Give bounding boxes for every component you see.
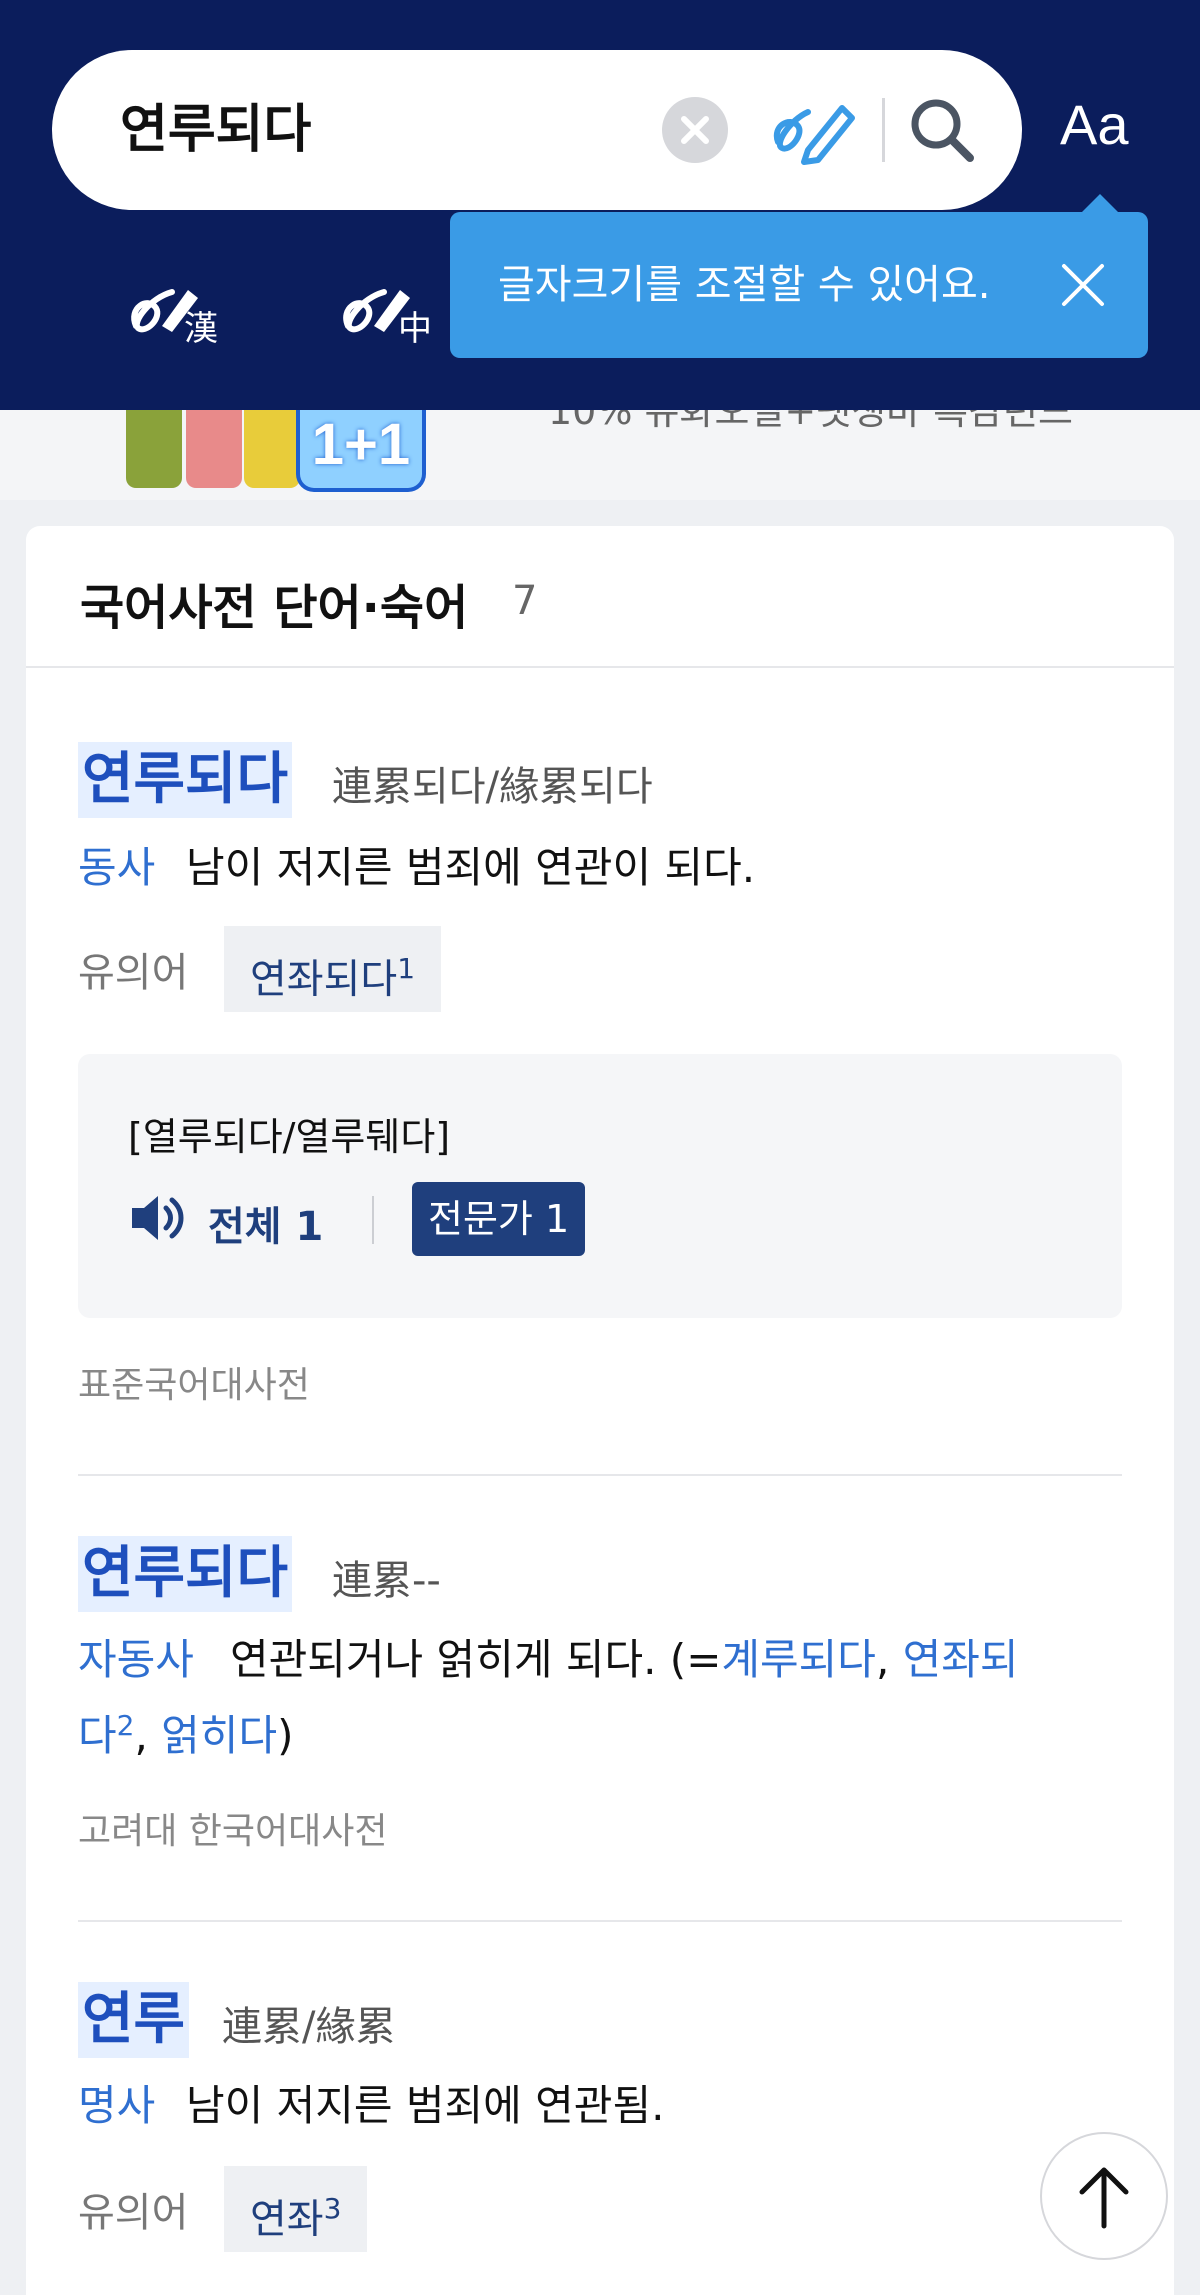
result-count: 7 (512, 578, 538, 624)
search-icon[interactable] (904, 92, 980, 168)
ad-banner[interactable]: 1+1 10% 유화오일+팻챙바 흑감런드 (0, 410, 1200, 500)
search-divider (882, 98, 885, 162)
card-header: 국어사전 단어·숙어 7 (26, 526, 1174, 668)
dictionary-source[interactable]: 표준국어대사전 (78, 1356, 310, 1408)
definition-text: 연관되거나 얽히게 되다. (= (230, 1635, 722, 1684)
font-size-button[interactable]: Aa (1060, 92, 1129, 157)
handwriting-chinese-icon[interactable]: 中 (340, 268, 440, 349)
link-superscript: 2 (116, 1709, 135, 1742)
synonym-chip[interactable]: 연좌되다1 (224, 926, 442, 1012)
speaker-icon[interactable] (128, 1190, 188, 1246)
entry-divider (78, 1474, 1122, 1476)
pronunciation-text: [열루되다/열루뒈다] (128, 1115, 451, 1159)
related-word-link[interactable]: 다 (78, 1711, 117, 1760)
dictionary-card: 국어사전 단어·숙어 7 연루되다 連累되다/緣累되다 동사 남이 저지른 범죄… (26, 526, 1174, 2295)
dictionary-source[interactable]: 고려대 한국어대사전 (78, 1802, 388, 1854)
svg-text:中: 中 (398, 309, 432, 348)
handwriting-pen-icon[interactable] (768, 90, 858, 170)
entry-hanja: 連累되다/緣累되다 (332, 764, 653, 810)
search-bar[interactable]: 연루되다 (52, 50, 1022, 210)
ad-product-image (126, 410, 182, 488)
listen-all-button[interactable]: 전체 1 (208, 1194, 323, 1252)
svg-text:漢: 漢 (184, 309, 218, 348)
separator: , (134, 1711, 162, 1760)
clear-icon[interactable] (662, 97, 728, 163)
entry-word[interactable]: 연루되다 (78, 742, 293, 818)
synonym-label: 유의어 (78, 2190, 189, 2236)
ad-product-image (244, 410, 300, 488)
part-of-speech: 명사 (78, 2081, 156, 2130)
ad-text: 10% 유화오일+팻챙바 흑감런드 (548, 410, 1074, 433)
definition-continued: 다2, 얽히다) (78, 1702, 293, 1763)
definition: 남이 저지른 범죄에 연관됨. (186, 2081, 665, 2130)
tooltip-text: 글자크기를 조절할 수 있어요. (498, 262, 991, 308)
close-icon[interactable] (1060, 262, 1106, 308)
pronunciation-divider (372, 1196, 374, 1244)
scroll-to-top-button[interactable] (1040, 2132, 1168, 2260)
entry-word[interactable]: 연루 (78, 1982, 190, 2058)
synonym-superscript: 1 (397, 952, 416, 985)
synonym-chip[interactable]: 연좌3 (224, 2166, 368, 2252)
ad-badge: 1+1 (296, 410, 426, 492)
synonym-superscript: 3 (323, 2192, 342, 2225)
synonym-text: 연좌되다 (250, 956, 398, 1003)
search-input[interactable]: 연루되다 (120, 50, 311, 210)
related-word-link[interactable]: 얽히다 (161, 1711, 277, 1760)
part-of-speech: 동사 (78, 843, 156, 892)
synonym-text: 연좌 (250, 2196, 324, 2243)
arrow-up-icon (1079, 2167, 1129, 2229)
card-title[interactable]: 국어사전 단어·숙어 (80, 568, 468, 638)
synonym-label: 유의어 (78, 950, 189, 996)
entry-divider (78, 1920, 1122, 1922)
related-word-link[interactable]: 계루되다 (721, 1635, 876, 1684)
entry-hanja: 連累/緣累 (222, 2004, 396, 2050)
close-paren: ) (277, 1711, 294, 1760)
font-size-tooltip: 글자크기를 조절할 수 있어요. (450, 194, 1148, 358)
expert-pronunciation-button[interactable]: 전문가 1 (412, 1182, 586, 1256)
definition: 연관되거나 얽히게 되다. (=계루되다, 연좌되 (230, 1626, 1019, 1687)
definition: 남이 저지른 범죄에 연관이 되다. (186, 843, 756, 892)
app-header: 연루되다 Aa 漢 中 글자크기를 조절할 수 있어요. (0, 0, 1200, 410)
pronunciation-box: [열루되다/열루뒈다] 전체 1 전문가 1 (78, 1054, 1122, 1318)
separator: , (875, 1635, 903, 1684)
part-of-speech: 자동사 (78, 1635, 194, 1684)
related-word-link[interactable]: 연좌되 (903, 1635, 1019, 1684)
handwriting-hanja-icon[interactable]: 漢 (128, 268, 228, 349)
entry-word[interactable]: 연루되다 (78, 1536, 293, 1612)
ad-product-image (186, 410, 242, 488)
entry-hanja: 連累-- (332, 1558, 441, 1604)
